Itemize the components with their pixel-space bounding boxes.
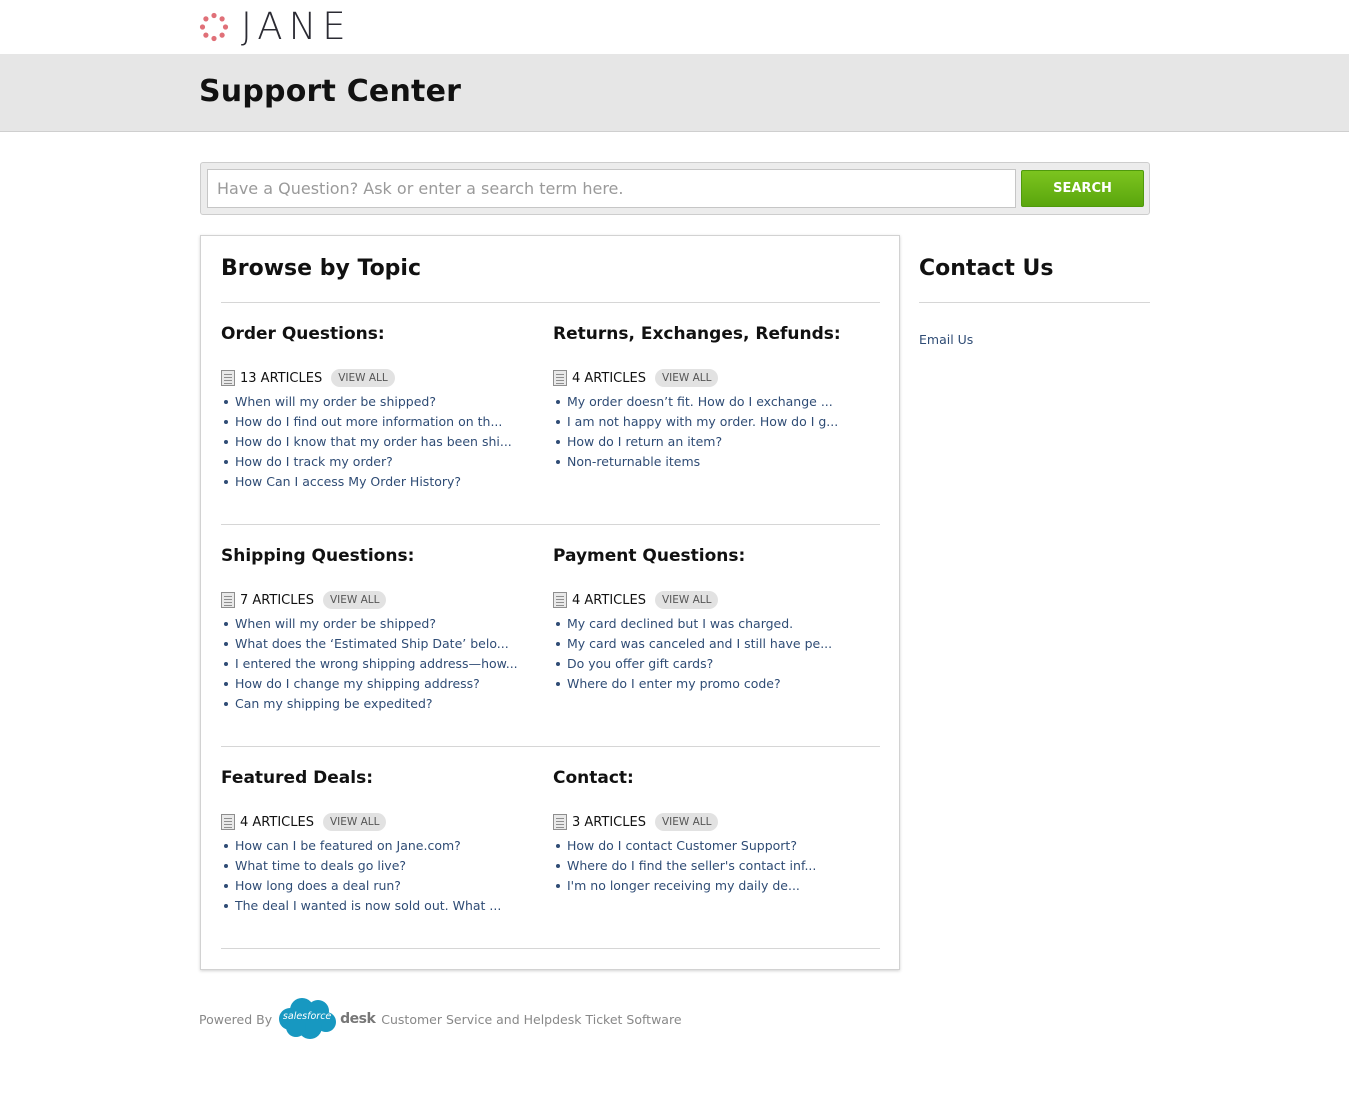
salesforce-logo[interactable]: salesforce: [276, 997, 338, 1041]
topic-shipping-questions: Shipping Questions: 7 ARTICLES VIEW ALL …: [221, 544, 541, 714]
article-link[interactable]: How do I change my shipping address?: [221, 674, 541, 694]
title-band: Support Center: [0, 54, 1349, 132]
article-count: 13 ARTICLES: [240, 370, 323, 386]
logo-bar: JANE: [0, 0, 1349, 54]
article-link[interactable]: How do I return an item?: [553, 432, 873, 452]
footer: Powered By salesforce desk Customer Serv…: [199, 996, 682, 1042]
article-link[interactable]: How do I track my order?: [221, 452, 541, 472]
topic-title: Returns, Exchanges, Refunds:: [553, 324, 841, 344]
topic-meta: 4 ARTICLES VIEW ALL: [221, 812, 541, 832]
article-list: When will my order be shipped? What does…: [221, 614, 541, 714]
article-link[interactable]: When will my order be shipped?: [221, 614, 541, 634]
footer-tagline[interactable]: Customer Service and Helpdesk Ticket Sof…: [381, 1012, 681, 1027]
document-icon: [553, 370, 567, 386]
article-link[interactable]: Can my shipping be expedited?: [221, 694, 541, 714]
jane-logo[interactable]: JANE: [199, 8, 352, 46]
article-link[interactable]: Non-returnable items: [553, 452, 873, 472]
jane-logo-icon: [199, 12, 229, 42]
search-button[interactable]: SEARCH: [1021, 170, 1144, 207]
divider: [221, 746, 880, 747]
topic-meta: 7 ARTICLES VIEW ALL: [221, 590, 541, 610]
article-count: 4 ARTICLES: [572, 592, 646, 608]
article-link[interactable]: Where do I enter my promo code?: [553, 674, 873, 694]
view-all-button[interactable]: VIEW ALL: [654, 369, 719, 387]
contact-title: Contact Us: [919, 256, 1054, 281]
divider: [221, 524, 880, 525]
article-count: 4 ARTICLES: [572, 370, 646, 386]
salesforce-wordmark: salesforce: [282, 1011, 332, 1022]
article-link[interactable]: Do you offer gift cards?: [553, 654, 873, 674]
article-count: 7 ARTICLES: [240, 592, 314, 608]
article-list: My card declined but I was charged. My c…: [553, 614, 873, 694]
article-count: 4 ARTICLES: [240, 814, 314, 830]
article-count: 3 ARTICLES: [572, 814, 646, 830]
divider: [221, 302, 880, 303]
document-icon: [553, 592, 567, 608]
article-link[interactable]: How long does a deal run?: [221, 876, 541, 896]
article-link[interactable]: I entered the wrong shipping address—how…: [221, 654, 541, 674]
divider: [919, 302, 1150, 303]
article-link[interactable]: My card declined but I was charged.: [553, 614, 873, 634]
view-all-button[interactable]: VIEW ALL: [654, 813, 719, 831]
search-bar: SEARCH: [200, 162, 1150, 215]
topic-meta: 4 ARTICLES VIEW ALL: [553, 590, 873, 610]
article-link[interactable]: How Can I access My Order History?: [221, 472, 541, 492]
document-icon: [221, 814, 235, 830]
view-all-button[interactable]: VIEW ALL: [654, 591, 719, 609]
topic-returns: Returns, Exchanges, Refunds: 4 ARTICLES …: [553, 322, 873, 472]
article-link[interactable]: How can I be featured on Jane.com?: [221, 836, 541, 856]
topic-meta: 3 ARTICLES VIEW ALL: [553, 812, 873, 832]
article-link[interactable]: How do I know that my order has been shi…: [221, 432, 541, 452]
desk-wordmark: desk: [340, 1011, 376, 1027]
article-list: When will my order be shipped? How do I …: [221, 392, 541, 492]
topic-title: Contact:: [553, 768, 634, 788]
browse-title: Browse by Topic: [221, 256, 422, 281]
article-link[interactable]: When will my order be shipped?: [221, 392, 541, 412]
document-icon: [221, 370, 235, 386]
article-link[interactable]: How do I contact Customer Support?: [553, 836, 873, 856]
document-icon: [553, 814, 567, 830]
article-link[interactable]: My card was canceled and I still have pe…: [553, 634, 873, 654]
article-link[interactable]: I am not happy with my order. How do I g…: [553, 412, 873, 432]
topic-title: Order Questions:: [221, 324, 385, 344]
article-link[interactable]: How do I find out more information on th…: [221, 412, 541, 432]
article-list: My order doesn’t fit. How do I exchange …: [553, 392, 873, 472]
topic-meta: 4 ARTICLES VIEW ALL: [553, 368, 873, 388]
topic-title: Payment Questions:: [553, 546, 746, 566]
brand-name: JANE: [241, 5, 352, 48]
view-all-button[interactable]: VIEW ALL: [322, 591, 387, 609]
article-link[interactable]: What does the ‘Estimated Ship Date’ belo…: [221, 634, 541, 654]
view-all-button[interactable]: VIEW ALL: [322, 813, 387, 831]
article-link[interactable]: Where do I find the seller's contact inf…: [553, 856, 873, 876]
article-link[interactable]: I'm no longer receiving my daily de...: [553, 876, 873, 896]
topic-payment-questions: Payment Questions: 4 ARTICLES VIEW ALL M…: [553, 544, 873, 694]
email-us-link[interactable]: Email Us: [919, 332, 973, 347]
topic-title: Shipping Questions:: [221, 546, 415, 566]
article-link[interactable]: My order doesn’t fit. How do I exchange …: [553, 392, 873, 412]
powered-by-label: Powered By: [199, 1011, 273, 1027]
topic-contact: Contact: 3 ARTICLES VIEW ALL How do I co…: [553, 766, 873, 896]
article-link[interactable]: The deal I wanted is now sold out. What …: [221, 896, 541, 916]
topic-title: Featured Deals:: [221, 768, 374, 788]
article-link[interactable]: What time to deals go live?: [221, 856, 541, 876]
divider: [221, 948, 880, 949]
search-input[interactable]: [207, 169, 1016, 208]
article-list: How do I contact Customer Support? Where…: [553, 836, 873, 896]
page-title: Support Center: [199, 74, 462, 109]
view-all-button[interactable]: VIEW ALL: [331, 369, 395, 387]
article-list: How can I be featured on Jane.com? What …: [221, 836, 541, 916]
topic-featured-deals: Featured Deals: 4 ARTICLES VIEW ALL How …: [221, 766, 541, 916]
topic-order-questions: Order Questions: 13 ARTICLES VIEW ALL Wh…: [221, 322, 541, 492]
topic-meta: 13 ARTICLES VIEW ALL: [221, 368, 541, 388]
document-icon: [221, 592, 235, 608]
browse-panel: Browse by Topic Order Questions: 13 ARTI…: [200, 235, 900, 970]
